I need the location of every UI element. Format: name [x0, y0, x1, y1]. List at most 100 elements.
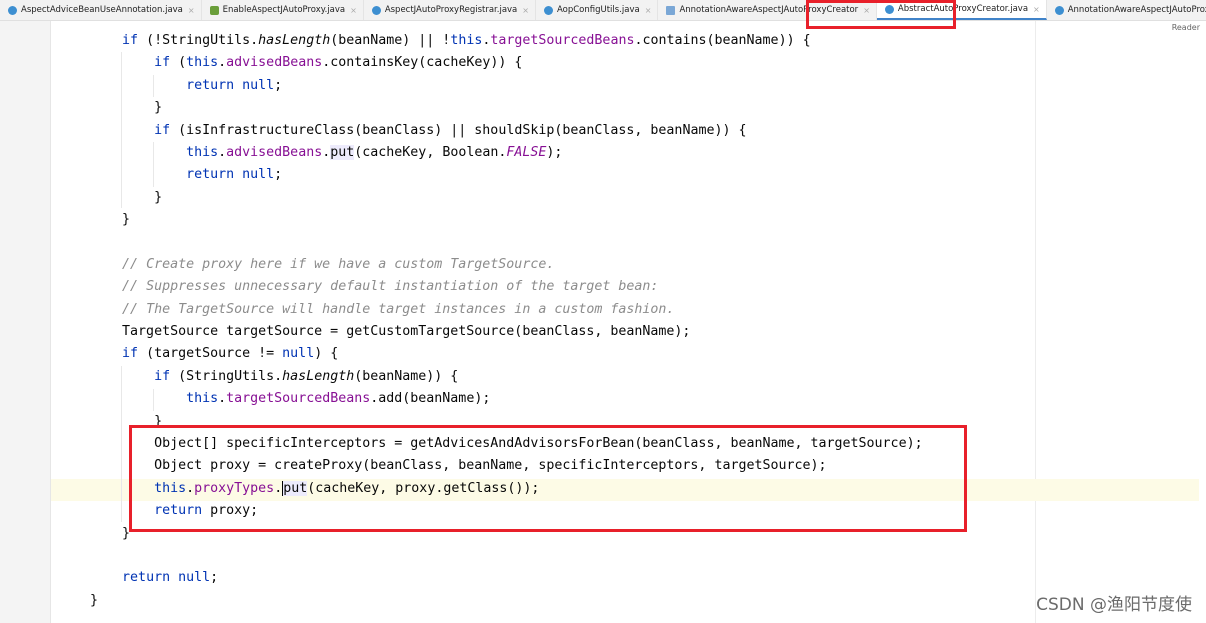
tab-0[interactable]: AspectAdviceBeanUseAnnotation.java × — [0, 0, 202, 20]
code-token: hasLength — [282, 368, 355, 384]
code-token: this — [186, 144, 219, 160]
code-token: } — [58, 525, 131, 541]
code-token: if — [122, 346, 139, 362]
code-token: this — [186, 391, 219, 407]
code-token: ) { — [314, 346, 339, 362]
code-token: .contains(beanName)) { — [634, 33, 811, 48]
code-line: // Suppresses unnecessary default instan… — [58, 276, 923, 298]
tab-1[interactable]: EnableAspectJAutoProxy.java × — [202, 0, 364, 20]
code-line: if (isInfrastructureClass(beanClass) || … — [58, 120, 923, 142]
tab-3[interactable]: AopConfigUtils.java × — [536, 0, 659, 20]
code-token: TargetSource targetSource = getCustomTar… — [58, 324, 691, 340]
code-line: } — [58, 187, 923, 209]
code-token: FALSE — [506, 144, 547, 160]
close-tab-icon[interactable]: × — [188, 6, 195, 15]
code-token: (beanName) || ! — [330, 33, 451, 48]
code-token: null — [282, 346, 315, 362]
code-token: targetSourcedBeans — [226, 391, 371, 407]
code-line: this.targetSourcedBeans.add(beanName); — [58, 388, 923, 410]
tab-label: AopConfigUtils.java — [556, 5, 640, 15]
code-line: if (!StringUtils.hasLength(beanName) || … — [58, 30, 923, 52]
code-line: } — [58, 97, 923, 119]
close-tab-icon[interactable]: × — [1033, 5, 1040, 14]
tab-label: EnableAspectJAutoProxy.java — [222, 5, 346, 15]
class-icon — [8, 5, 17, 15]
code-token: return null — [186, 167, 275, 183]
code-line: return null; — [58, 164, 923, 186]
code-line: // Create proxy here if we have a custom… — [58, 254, 923, 276]
code-token: (isInfrastructureClass(beanClass) || sho… — [170, 122, 747, 138]
code-line: this.advisedBeans.put(cacheKey, Boolean.… — [58, 142, 923, 164]
tab-6[interactable]: AnnotationAwareAspectJAutoProxyCreator.j… — [1047, 0, 1206, 20]
annotation-box-proxy-code — [129, 425, 967, 532]
watermark: CSDN @渔阳节度使 — [1036, 595, 1192, 615]
code-line: return null; — [58, 567, 923, 589]
close-tab-icon[interactable]: × — [350, 6, 357, 15]
code-line: } — [58, 590, 923, 612]
code-token: .containsKey(cacheKey)) { — [322, 55, 523, 71]
line-gutter — [0, 21, 51, 623]
code-token: hasLength — [258, 33, 331, 48]
reader-mode-toggle[interactable]: Reader — [1172, 23, 1200, 32]
right-margin-guide — [1035, 21, 1036, 623]
close-tab-icon[interactable]: × — [645, 6, 652, 15]
code-token: ( — [170, 55, 187, 71]
code-token: if — [154, 55, 171, 71]
code-line: } — [58, 209, 923, 231]
tab-label: AspectJAutoProxyRegistrar.java — [384, 5, 518, 15]
code-token: if — [154, 368, 171, 384]
code-token: advisedBeans — [226, 55, 323, 71]
code-token: } — [58, 592, 99, 608]
code-token: . — [218, 391, 227, 407]
code-line: if (targetSource != null) { — [58, 343, 923, 365]
code-token: } — [58, 100, 163, 116]
code-token: . — [218, 55, 227, 71]
code-token: ; — [210, 570, 219, 586]
code-token: // Create proxy here if we have a custom… — [122, 256, 555, 272]
code-token: . — [218, 144, 227, 160]
close-tab-icon[interactable]: × — [522, 6, 529, 15]
class-icon — [371, 5, 381, 15]
code-line: TargetSource targetSource = getCustomTar… — [58, 321, 923, 343]
code-token: put — [330, 144, 355, 160]
code-token: } — [58, 189, 163, 205]
tab-label: AspectAdviceBeanUseAnnotation.java — [21, 5, 183, 15]
code-token: this — [186, 55, 219, 71]
code-token: (targetSource != — [138, 346, 283, 362]
code-line: return null; — [58, 75, 923, 97]
code-token: if — [122, 33, 139, 48]
code-line: if (StringUtils.hasLength(beanName)) { — [58, 366, 923, 388]
code-token: return null — [186, 77, 275, 93]
code-token: return null — [122, 570, 211, 586]
code-line: // The TargetSource will handle target i… — [58, 299, 923, 321]
hierarchy-icon — [666, 5, 676, 15]
tab-2[interactable]: AspectJAutoProxyRegistrar.java × — [364, 0, 536, 20]
code-token: this — [450, 33, 483, 48]
code-token: targetSourcedBeans — [490, 33, 635, 48]
code-token: (cacheKey, Boolean. — [354, 144, 507, 160]
code-token: (StringUtils. — [170, 368, 283, 384]
class-icon — [1054, 5, 1064, 15]
code-token: ); — [546, 144, 563, 160]
tab-label: AnnotationAwareAspectJAutoProxyCreator.j… — [1067, 5, 1206, 15]
annotation-box-active-tab — [806, 0, 956, 29]
code-token: // Suppresses unnecessary default instan… — [122, 279, 659, 295]
code-token: (!StringUtils. — [138, 33, 259, 48]
code-token: advisedBeans — [226, 144, 323, 160]
code-token: ; — [274, 167, 283, 183]
code-token: if — [154, 122, 171, 138]
code-token: // The TargetSource will handle target i… — [122, 301, 675, 317]
